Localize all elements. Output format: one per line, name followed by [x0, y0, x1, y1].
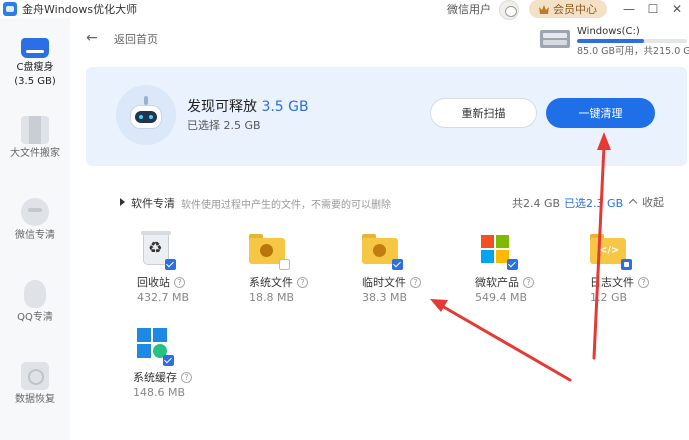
qq-icon: [24, 280, 46, 308]
file-item-name-text: 微软产品: [475, 276, 519, 289]
member-center-button[interactable]: 会员中心: [529, 0, 607, 18]
file-item-size: 432.7 MB: [137, 291, 190, 304]
file-item-size: 18.8 MB: [249, 291, 295, 304]
restore-icon: [21, 362, 49, 390]
file-item-system-cache[interactable]: 系统缓存? 148.6 MB: [133, 325, 233, 415]
collapse-button[interactable]: 收起: [627, 194, 664, 210]
box-icon: [21, 116, 49, 144]
sidebar-item-label: QQ专清: [17, 312, 53, 323]
sidebar-item-label: C盘瘦身: [16, 62, 54, 73]
one-click-clean-button[interactable]: 一键清理: [546, 98, 655, 128]
maximize-button[interactable]: ☐: [641, 0, 665, 18]
app-title: 金舟Windows优化大师: [22, 3, 138, 16]
help-icon[interactable]: ?: [181, 371, 192, 383]
sidebar-item-wechat[interactable]: 微信专清: [0, 198, 70, 243]
file-item-system-files[interactable]: 系统文件? 18.8 MB: [249, 230, 349, 320]
user-name[interactable]: 微信用户: [447, 1, 491, 17]
sidebar-item-c-drive[interactable]: C盘瘦身 (3.5 GB): [0, 34, 70, 89]
sidebar-item-large-files[interactable]: 大文件搬家: [0, 116, 70, 161]
file-item-size: 148.6 MB: [133, 386, 186, 399]
drive-icon: [540, 30, 570, 48]
title-bar-actions: 微信用户 会员中心 — ☐ ✕: [447, 0, 689, 20]
help-icon[interactable]: ?: [638, 276, 649, 288]
item-checkbox[interactable]: [507, 259, 518, 270]
minimize-button[interactable]: —: [617, 0, 641, 18]
app-logo-icon: [3, 2, 17, 16]
close-button[interactable]: ✕: [665, 0, 689, 18]
file-item-recycle-bin[interactable]: 回收站? 432.7 MB: [137, 230, 237, 320]
help-icon[interactable]: ?: [297, 276, 308, 288]
file-item-name: 系统文件?: [249, 274, 308, 290]
sidebar-item-label: 数据恢复: [15, 394, 55, 405]
file-item-microsoft-products[interactable]: 微软产品? 549.4 MB: [475, 230, 575, 320]
section-selected-size: 已选2.3 GB: [564, 197, 624, 210]
wechat-icon: [21, 198, 49, 226]
crown-icon: [539, 4, 549, 14]
file-item-name: 回收站?: [137, 274, 185, 290]
section-description: 软件使用过程中产生的文件，不需要的可以删除: [181, 200, 391, 211]
file-item-name: 临时文件?: [362, 274, 421, 290]
result-title: 发现可释放 3.5 GB: [187, 96, 309, 116]
sidebar-item-sublabel: (3.5 GB): [14, 76, 56, 87]
disk-icon: [21, 38, 49, 58]
sidebar: C盘瘦身 (3.5 GB) 大文件搬家 微信专清 QQ专清 数据恢复: [0, 18, 70, 440]
section-title: 软件专清: [131, 197, 175, 210]
file-item-name-text: 日志文件: [590, 276, 634, 289]
back-arrow-icon[interactable]: ←: [86, 30, 98, 46]
file-item-name: 微软产品?: [475, 274, 534, 290]
member-center-label: 会员中心: [553, 3, 597, 16]
back-home-link[interactable]: 返回首页: [114, 31, 158, 47]
help-icon[interactable]: ?: [523, 276, 534, 288]
annotation-arrows: [430, 132, 611, 382]
file-item-temp-files[interactable]: 临时文件? 38.3 MB: [362, 230, 462, 320]
section-total: 共2.4 GB 已选2.3 GB: [512, 195, 623, 211]
file-item-name-text: 系统缓存: [133, 371, 177, 384]
section-expand-icon[interactable]: [120, 198, 125, 206]
releasable-size: 3.5 GB: [261, 99, 309, 115]
scan-result-card: 发现可释放 3.5 GB 已选择 2.5 GB 重新扫描 一键清理: [86, 67, 687, 166]
collapse-label: 收起: [642, 196, 664, 209]
file-item-name: 日志文件?: [590, 274, 649, 290]
user-avatar[interactable]: [499, 0, 519, 20]
file-item-name-text: 回收站: [137, 276, 170, 289]
robot-icon: [116, 85, 176, 145]
drive-status: Windows(C:) 85.0 GB可用，共215.0 GB: [540, 26, 689, 57]
item-checkbox[interactable]: [279, 259, 290, 270]
sidebar-item-data-recovery[interactable]: 数据恢复: [0, 362, 70, 407]
file-item-size: 1.2 GB: [590, 291, 628, 304]
drive-space-text: 85.0 GB可用，共215.0 GB: [577, 46, 689, 57]
sidebar-item-label: 微信专清: [15, 230, 55, 241]
help-icon[interactable]: ?: [174, 276, 185, 288]
item-checkbox[interactable]: [165, 259, 176, 270]
title-bar: 金舟Windows优化大师 微信用户 会员中心 — ☐ ✕: [0, 0, 689, 20]
item-checkbox[interactable]: [392, 259, 403, 270]
file-item-name-text: 系统文件: [249, 276, 293, 289]
help-icon[interactable]: ?: [410, 276, 421, 288]
file-item-log-files[interactable]: </> 日志文件? 1.2 GB: [590, 230, 689, 320]
selected-size: 已选择 2.5 GB: [187, 119, 261, 132]
sidebar-item-qq[interactable]: QQ专清: [0, 280, 70, 325]
app-window: 金舟Windows优化大师 微信用户 会员中心 — ☐ ✕ C盘瘦身 (3.5 …: [0, 0, 689, 440]
chevron-up-icon: [627, 196, 639, 208]
file-item-size: 549.4 MB: [475, 291, 528, 304]
section-total-size: 共2.4 GB: [512, 197, 561, 210]
file-item-name-text: 临时文件: [362, 276, 406, 289]
rescan-button[interactable]: 重新扫描: [430, 98, 537, 128]
drive-name: Windows(C:): [577, 26, 640, 37]
file-item-size: 38.3 MB: [362, 291, 408, 304]
sidebar-item-label: 大文件搬家: [10, 148, 60, 159]
item-checkbox[interactable]: [621, 259, 632, 270]
result-title-text: 发现可释放: [187, 99, 257, 115]
file-item-name: 系统缓存?: [133, 369, 192, 385]
item-checkbox[interactable]: [163, 355, 174, 366]
